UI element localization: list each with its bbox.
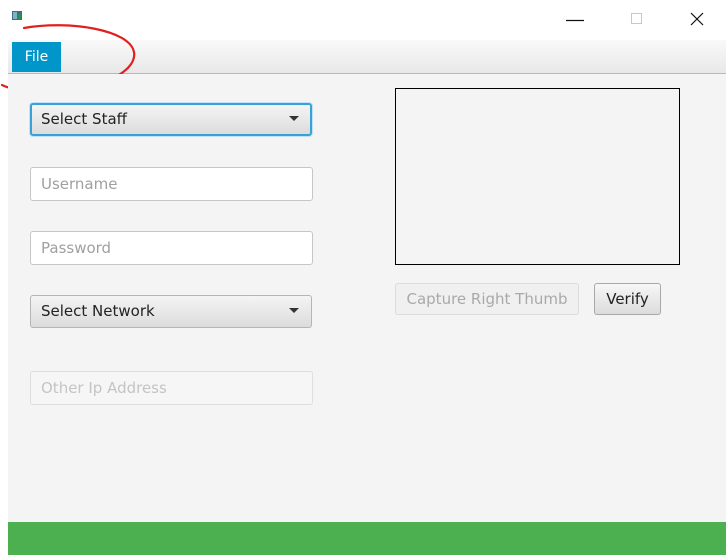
verify-button[interactable]: Verify: [594, 283, 661, 315]
close-icon: [690, 12, 704, 26]
app-window-icon: [12, 11, 22, 20]
staff-select-value: Select Staff: [41, 110, 127, 128]
other-ip-input[interactable]: [30, 371, 313, 405]
file-menu[interactable]: File: [12, 42, 61, 72]
title-bar: [0, 0, 726, 40]
capture-right-thumb-button[interactable]: Capture Right Thumb: [395, 283, 579, 315]
maximize-icon: [631, 13, 642, 24]
chevron-down-icon: [289, 116, 299, 121]
minimize-icon: [566, 19, 584, 22]
username-input[interactable]: [30, 167, 313, 201]
minimize-button[interactable]: [554, 0, 600, 40]
status-bar: [8, 522, 726, 555]
maximize-button[interactable]: [618, 0, 664, 40]
fingerprint-preview: [395, 88, 680, 265]
password-input[interactable]: [30, 231, 313, 265]
chevron-down-icon: [289, 308, 299, 313]
close-button[interactable]: [680, 0, 726, 40]
staff-select[interactable]: Select Staff: [30, 103, 312, 136]
network-select[interactable]: Select Network: [30, 295, 312, 328]
menu-bar: File: [8, 40, 726, 74]
network-select-value: Select Network: [41, 302, 155, 320]
